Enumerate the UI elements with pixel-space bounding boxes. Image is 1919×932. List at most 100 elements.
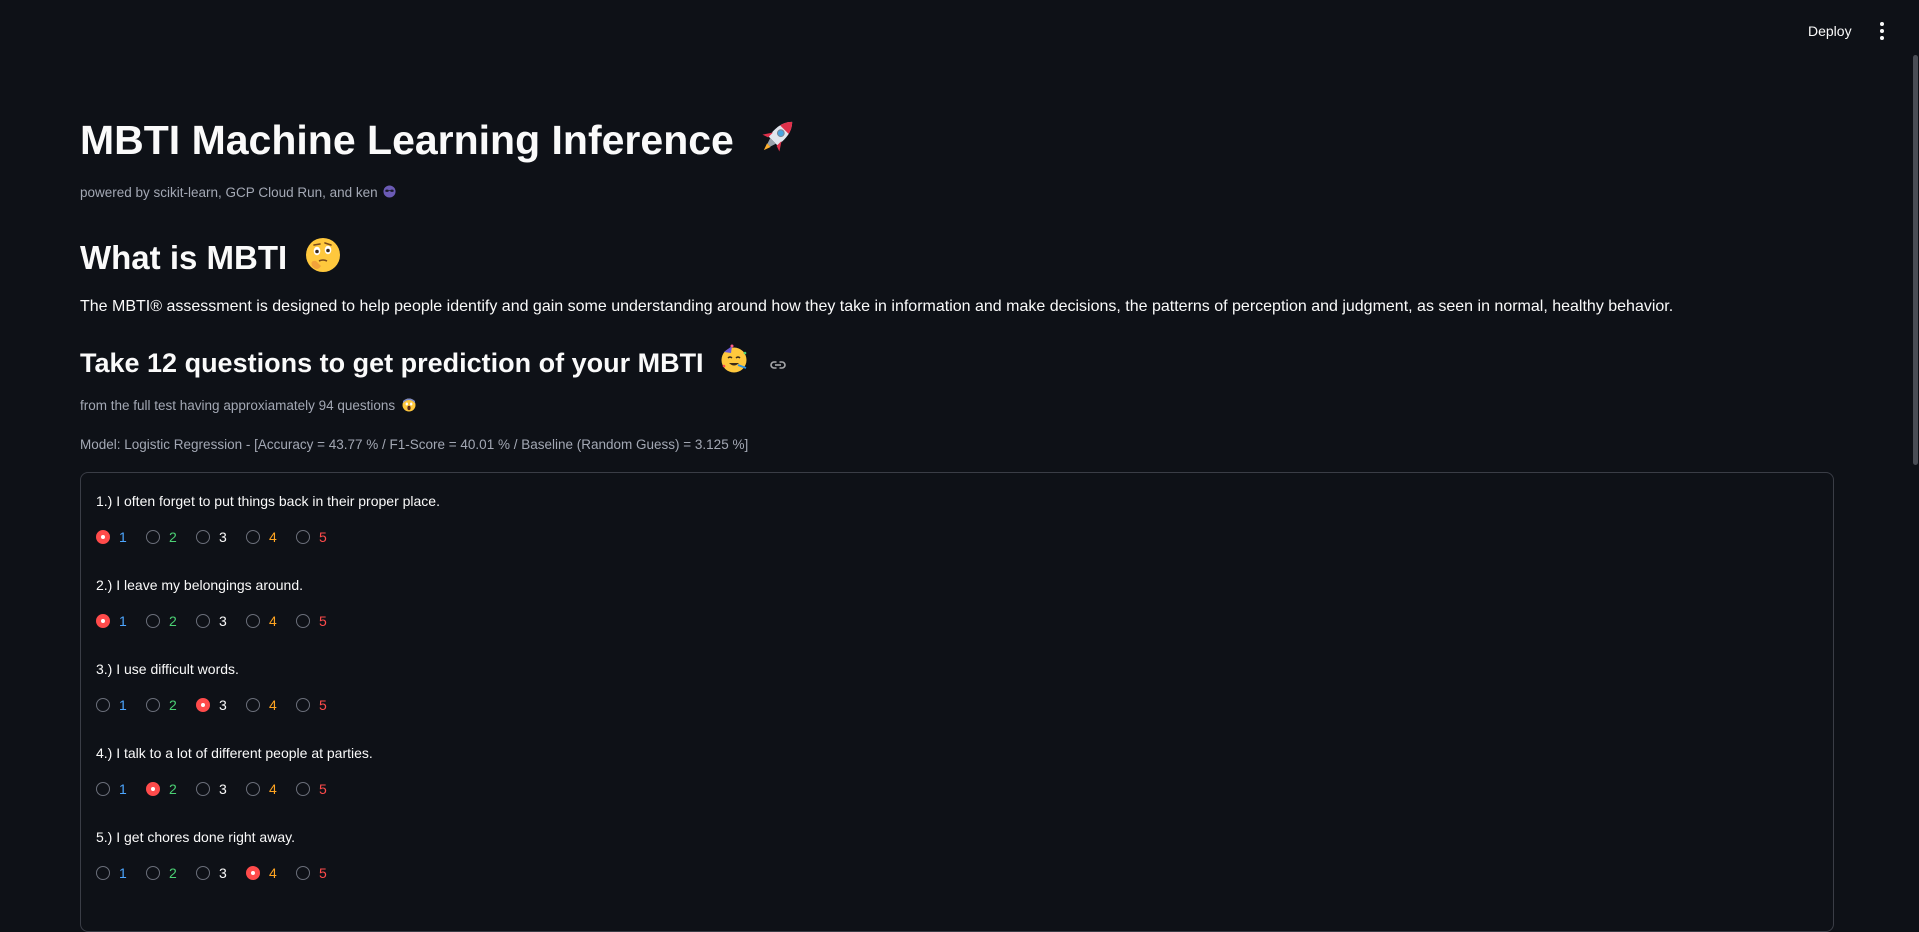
radio-option-label: 2 — [169, 865, 177, 881]
question-block: 5.) I get chores done right away. 1 2 3 4 5 — [96, 827, 346, 883]
question-block: 4.) I talk to a lot of different people … — [96, 743, 373, 799]
radio-option[interactable]: 2 — [146, 613, 196, 629]
radio-option[interactable]: 1 — [96, 613, 146, 629]
mbti-description: The MBTI® assessment is designed to help… — [80, 298, 1674, 315]
radio-option-label: 3 — [219, 697, 227, 713]
radio-circle[interactable] — [146, 866, 160, 880]
test-caption-text: from the full test having approxiamately… — [80, 398, 396, 414]
radio-option[interactable]: 3 — [196, 613, 246, 629]
radio-circle[interactable] — [296, 782, 310, 796]
radio-option-label: 1 — [119, 781, 127, 797]
radio-option[interactable]: 2 — [146, 697, 196, 713]
radio-option[interactable]: 4 — [246, 781, 296, 797]
sunglasses-face-icon — [383, 185, 396, 201]
radio-circle[interactable] — [196, 614, 210, 628]
radio-option[interactable]: 4 — [246, 529, 296, 545]
section-title-text: What is MBTI — [80, 239, 288, 277]
scream-face-icon — [402, 398, 416, 415]
radio-option[interactable]: 5 — [296, 613, 346, 629]
deploy-button[interactable]: Deploy — [1802, 21, 1858, 41]
radio-option[interactable]: 1 — [96, 697, 146, 713]
page-title-text: MBTI Machine Learning Inference — [80, 117, 734, 163]
anchor-link-icon[interactable] — [769, 345, 787, 385]
radio-option[interactable]: 5 — [296, 529, 346, 545]
radio-option-label: 5 — [319, 697, 327, 713]
question-block: 3.) I use difficult words. 1 2 3 4 5 — [96, 659, 346, 715]
radio-option-label: 5 — [319, 781, 327, 797]
party-face-icon — [719, 344, 749, 385]
question-label: 5.) I get chores done right away. — [96, 829, 295, 845]
radio-option[interactable]: 2 — [146, 865, 196, 881]
radio-option[interactable]: 4 — [246, 865, 296, 881]
radio-circle[interactable] — [96, 698, 110, 712]
radio-option-label: 2 — [169, 781, 177, 797]
radio-circle[interactable] — [196, 782, 210, 796]
questions-form: 1.) I often forget to put things back in… — [80, 472, 1834, 932]
radio-option-label: 3 — [219, 613, 227, 629]
page-title: MBTI Machine Learning Inference — [80, 112, 801, 173]
section-title: What is MBTI — [80, 236, 342, 285]
radio-circle[interactable] — [296, 614, 310, 628]
radio-option-label: 1 — [119, 697, 127, 713]
radio-option[interactable]: 5 — [296, 865, 346, 881]
question-label: 3.) I use difficult words. — [96, 661, 239, 677]
radio-option[interactable]: 4 — [246, 613, 296, 629]
radio-circle[interactable] — [296, 698, 310, 712]
radio-circle[interactable] — [196, 866, 210, 880]
radio-option-label: 5 — [319, 529, 327, 545]
model-caption: Model: Logistic Regression - [Accuracy =… — [80, 437, 749, 452]
radio-option-label: 4 — [269, 865, 277, 881]
radio-circle[interactable] — [246, 866, 260, 880]
radio-circle[interactable] — [96, 530, 110, 544]
radio-option-label: 1 — [119, 529, 127, 545]
radio-circle[interactable] — [96, 614, 110, 628]
radio-circle[interactable] — [146, 698, 160, 712]
radio-circle[interactable] — [196, 698, 210, 712]
subtitle-caption: powered by scikit-learn, GCP Cloud Run, … — [80, 185, 396, 201]
radio-group: 1 2 3 4 5 — [96, 611, 346, 631]
radio-circle[interactable] — [296, 866, 310, 880]
radio-option[interactable]: 2 — [146, 529, 196, 545]
radio-option-label: 1 — [119, 865, 127, 881]
radio-circle[interactable] — [196, 530, 210, 544]
radio-circle[interactable] — [246, 698, 260, 712]
radio-option-label: 4 — [269, 781, 277, 797]
radio-option-label: 2 — [169, 529, 177, 545]
radio-option[interactable]: 1 — [96, 781, 146, 797]
radio-option-label: 2 — [169, 697, 177, 713]
radio-option[interactable]: 1 — [96, 865, 146, 881]
radio-option-label: 5 — [319, 865, 327, 881]
radio-circle[interactable] — [246, 782, 260, 796]
radio-option-label: 4 — [269, 697, 277, 713]
radio-option[interactable]: 3 — [196, 697, 246, 713]
scrollbar[interactable] — [1913, 55, 1918, 465]
test-caption: from the full test having approxiamately… — [80, 398, 416, 415]
subtitle-text: powered by scikit-learn, GCP Cloud Run, … — [80, 185, 378, 200]
radio-option-label: 4 — [269, 529, 277, 545]
radio-option[interactable]: 2 — [146, 781, 196, 797]
test-title-text: Take 12 questions to get prediction of y… — [80, 348, 704, 378]
radio-option[interactable]: 3 — [196, 865, 246, 881]
radio-option[interactable]: 5 — [296, 781, 346, 797]
app-header: Deploy — [0, 0, 1919, 60]
radio-option[interactable]: 3 — [196, 529, 246, 545]
radio-circle[interactable] — [146, 530, 160, 544]
radio-option[interactable]: 4 — [246, 697, 296, 713]
radio-circle[interactable] — [146, 782, 160, 796]
radio-circle[interactable] — [96, 866, 110, 880]
radio-circle[interactable] — [96, 782, 110, 796]
radio-circle[interactable] — [146, 614, 160, 628]
radio-circle[interactable] — [246, 530, 260, 544]
main-menu-icon[interactable] — [1877, 22, 1887, 44]
radio-option-label: 5 — [319, 613, 327, 629]
radio-group: 1 2 3 4 5 — [96, 779, 373, 799]
radio-option[interactable]: 1 — [96, 529, 146, 545]
radio-group: 1 2 3 4 5 — [96, 527, 440, 547]
radio-option[interactable]: 5 — [296, 697, 346, 713]
radio-option[interactable]: 3 — [196, 781, 246, 797]
radio-option-label: 1 — [119, 613, 127, 629]
radio-circle[interactable] — [296, 530, 310, 544]
radio-option-label: 3 — [219, 865, 227, 881]
question-label: 2.) I leave my belongings around. — [96, 577, 304, 593]
radio-circle[interactable] — [246, 614, 260, 628]
